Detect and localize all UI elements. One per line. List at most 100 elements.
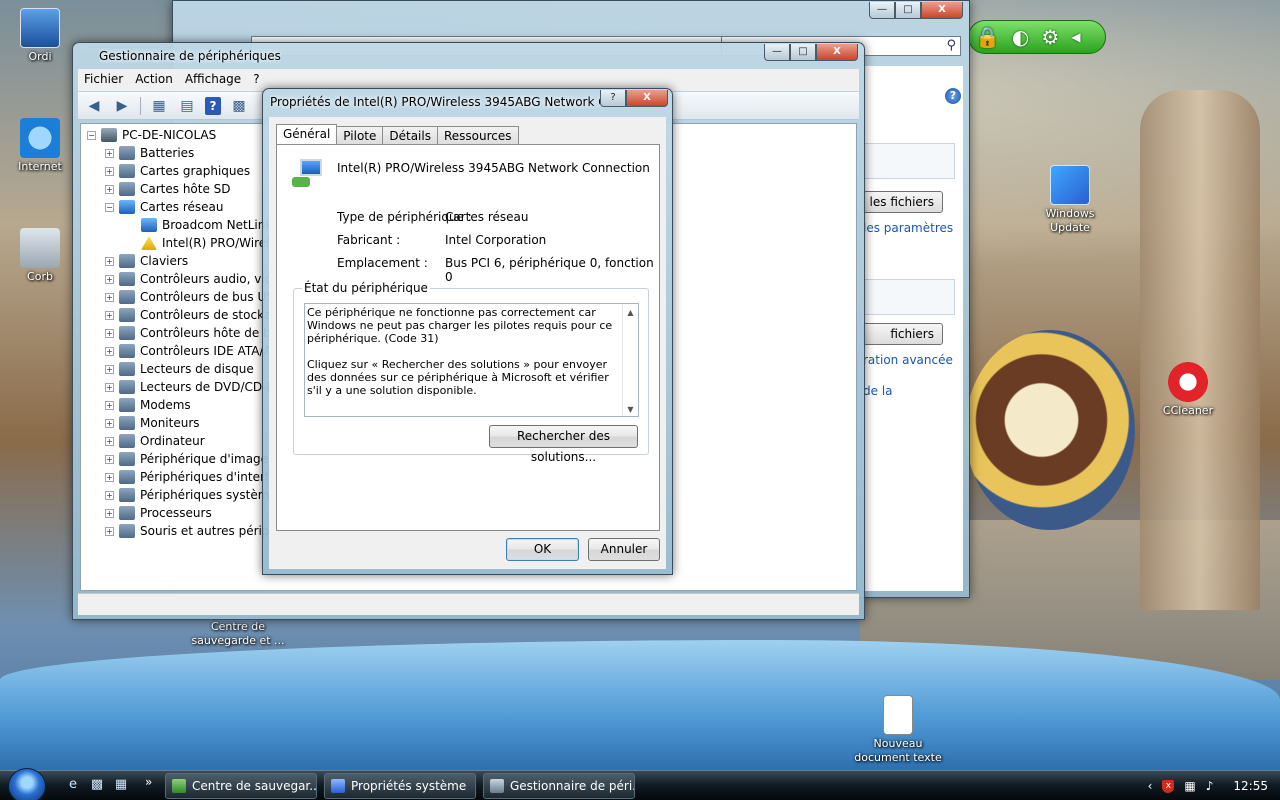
restore-link[interactable]: de la (863, 384, 893, 398)
expand-icon[interactable]: + (105, 436, 114, 446)
taskbar-backup-center[interactable]: Centre de sauvegar... (165, 773, 317, 799)
tree-category[interactable]: + Périphérique d'images (105, 450, 274, 468)
tree-category[interactable]: + Périphériques d'interfa (105, 468, 276, 486)
desktop-icon-text-document[interactable]: Nouveau document texte (852, 695, 944, 765)
tree-device[interactable]: Broadcom NetLink (141, 216, 272, 234)
desktop-icon-computer[interactable]: Ordi (0, 8, 80, 64)
tree-device[interactable]: Intel(R) PRO/Wirele (141, 234, 277, 252)
expand-icon[interactable]: + (105, 454, 114, 464)
desktop-icon-windows-update[interactable]: Windows Update (1030, 165, 1110, 235)
tree-category[interactable]: + Contrôleurs de bus USB (105, 288, 282, 306)
search-solutions-button[interactable]: Rechercher des solutions... (489, 425, 638, 464)
expand-icon[interactable]: + (105, 310, 114, 320)
tree-category[interactable]: + Ordinateur (105, 432, 205, 450)
backup-files-button[interactable]: les fichiers (863, 191, 943, 213)
console-tree-icon[interactable]: ▦ (149, 97, 169, 115)
tree-root[interactable]: − PC-DE-NICOLAS (87, 126, 216, 144)
scroll-up-icon[interactable]: ▲ (623, 306, 638, 319)
taskbar-device-manager[interactable]: Gestionnaire de péri... (483, 773, 635, 799)
chevron-left-icon[interactable]: ◀ (1071, 27, 1080, 47)
device-status-text[interactable]: Ce périphérique ne fonctionne pas correc… (304, 303, 639, 417)
search-icon[interactable]: ⚲ (946, 38, 956, 53)
menu-help[interactable]: ? (247, 69, 265, 91)
lock-icon[interactable]: 🔒 (975, 27, 1000, 47)
close-button[interactable]: X (816, 44, 858, 61)
expand-icon[interactable]: + (105, 292, 114, 302)
expand-icon[interactable]: + (105, 490, 114, 500)
back-arrow-icon[interactable]: ◀ (84, 97, 104, 115)
expand-icon[interactable]: + (105, 184, 114, 194)
menu-view[interactable]: Affichage (179, 69, 247, 91)
expand-icon[interactable]: + (105, 526, 114, 536)
maximize-button[interactable]: □ (790, 44, 816, 61)
close-button[interactable]: X (921, 2, 963, 19)
volume-icon[interactable]: ♪ (1206, 779, 1214, 793)
tree-category[interactable]: + Contrôleurs de stockage (105, 306, 286, 324)
tree-category[interactable]: − Cartes réseau (105, 198, 223, 216)
internet-explorer-icon[interactable]: e (64, 777, 82, 794)
show-desktop-icon[interactable]: ▩ (88, 777, 106, 794)
speed-icon[interactable]: ◐ (1012, 27, 1029, 47)
desktop-icon-ccleaner[interactable]: CCleaner (1148, 362, 1228, 418)
tree-category[interactable]: + Lecteurs de disque (105, 360, 254, 378)
tree-category[interactable]: + Souris et autres périph (105, 522, 277, 540)
collapse-icon[interactable]: − (87, 130, 96, 140)
start-button[interactable] (8, 768, 46, 800)
desktop-icon-backup-center[interactable]: Centre de sauvegarde et ... (188, 620, 288, 648)
expand-icon[interactable]: + (105, 400, 114, 410)
expand-icon[interactable]: + (105, 148, 114, 158)
tree-category[interactable]: + Claviers (105, 252, 188, 270)
tab-driver[interactable]: Pilote (336, 126, 384, 145)
advanced-restore-link[interactable]: ration avancée (863, 353, 953, 367)
view-icon[interactable]: ▩ (229, 97, 249, 115)
gear-icon[interactable]: ⚙ (1041, 27, 1059, 47)
tree-category[interactable]: + Batteries (105, 144, 194, 162)
expand-icon[interactable]: + (105, 274, 114, 284)
switch-windows-icon[interactable]: ▦ (112, 777, 130, 794)
tree-category[interactable]: + Contrôleurs audio, vidéo (105, 270, 287, 288)
expand-icon[interactable]: + (105, 166, 114, 176)
help-icon[interactable]: ? (205, 96, 221, 115)
tree-category[interactable]: + Moniteurs (105, 414, 200, 432)
tree-category[interactable]: + Contrôleurs IDE ATA/AT (105, 342, 278, 360)
clock[interactable]: 12:55 (1233, 779, 1268, 793)
collapse-icon[interactable]: − (105, 202, 114, 212)
settings-link[interactable]: les paramètres (863, 221, 953, 235)
ok-button[interactable]: OK (506, 538, 579, 561)
tree-category[interactable]: + Périphériques système (105, 486, 277, 504)
tree-category[interactable]: + Modems (105, 396, 191, 414)
dialog-close-button[interactable]: X (626, 90, 668, 107)
scroll-down-icon[interactable]: ▼ (623, 403, 638, 416)
forward-arrow-icon[interactable]: ▶ (112, 97, 132, 115)
taskbar-system-properties[interactable]: Propriétés système (324, 773, 476, 799)
security-shield-icon[interactable]: x (1162, 779, 1175, 793)
dialog-help-button[interactable]: ? (600, 90, 626, 107)
desktop-icon-internet[interactable]: Internet (0, 118, 80, 174)
tree-category[interactable]: + Processeurs (105, 504, 212, 522)
tab-general[interactable]: Général (276, 124, 338, 146)
chevron-left-icon[interactable]: ‹ (1148, 779, 1153, 793)
minimize-button[interactable]: — (764, 44, 790, 61)
expand-icon[interactable]: + (105, 418, 114, 428)
tree-category[interactable]: + Cartes hôte SD (105, 180, 231, 198)
expand-icon[interactable]: + (105, 508, 114, 518)
network-icon[interactable]: ▦ (1184, 779, 1195, 793)
restore-files-button[interactable]: fichiers (863, 323, 943, 345)
tree-category[interactable]: + Cartes graphiques (105, 162, 250, 180)
expand-icon[interactable]: + (105, 472, 114, 482)
maximize-button[interactable]: □ (895, 2, 921, 19)
status-scrollbar[interactable]: ▲ ▼ (622, 304, 638, 416)
menu-action[interactable]: Action (129, 69, 179, 91)
cancel-button[interactable]: Annuler (588, 538, 660, 561)
expand-icon[interactable]: + (105, 328, 114, 338)
tree-category[interactable]: + Contrôleurs hôte de bus (105, 324, 285, 342)
quick-launch-more[interactable]: » (145, 775, 152, 789)
tab-resources[interactable]: Ressources (436, 126, 519, 145)
desktop-icon-recycle-bin[interactable]: Corb (0, 228, 80, 284)
help-icon[interactable]: ? (945, 88, 961, 104)
menu-file[interactable]: Fichier (78, 69, 129, 91)
expand-icon[interactable]: + (105, 346, 114, 356)
tab-details[interactable]: Détails (382, 126, 438, 145)
tree-category[interactable]: + Lecteurs de DVD/CD-R (105, 378, 275, 396)
minimize-button[interactable]: — (869, 2, 895, 19)
